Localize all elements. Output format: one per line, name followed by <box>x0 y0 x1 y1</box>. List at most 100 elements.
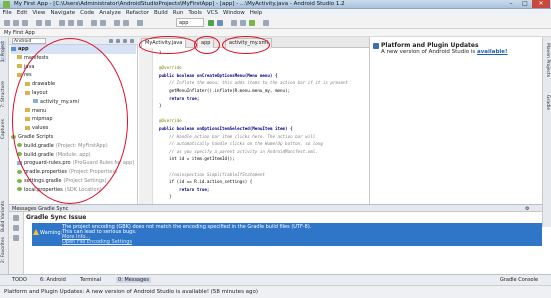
tool-build-variants[interactable]: Build Variants <box>1 201 6 232</box>
updates-panel: Platform and Plugin Updates A new versio… <box>369 37 542 204</box>
warning-icon <box>33 229 39 235</box>
code-line: if (id == R.id.action_settings) { <box>159 179 253 185</box>
sync-scroll-icon[interactable] <box>109 39 113 43</box>
copy-icon[interactable] <box>68 20 74 26</box>
tool-project[interactable]: 1: Project <box>1 41 6 63</box>
menu-vcs[interactable]: VCS <box>204 9 220 17</box>
forward-icon[interactable] <box>123 20 129 26</box>
tool-messages[interactable]: 0: Messages <box>116 277 151 283</box>
warning-label: Warning: <box>40 230 63 236</box>
encoding-settings-link[interactable]: Open File Encoding Settings <box>62 239 132 245</box>
replace-icon[interactable] <box>100 20 106 26</box>
tool-favorites[interactable]: 2: Favorites <box>1 237 6 263</box>
menu-analyze[interactable]: Analyze <box>97 9 124 17</box>
info-icon <box>373 43 379 49</box>
android-studio-icon <box>3 1 10 8</box>
menu-code[interactable]: Code <box>78 9 97 17</box>
code-line: // Handle action bar item clicks here. T… <box>159 133 316 139</box>
window-title: My First App - [C:\Users\Administrator\A… <box>14 1 345 7</box>
tool-terminal[interactable]: Terminal <box>80 277 101 283</box>
rerun-icon[interactable] <box>13 215 19 221</box>
menu-bar: File Edit View Navigate Code Analyze Refactor B… <box>0 9 551 17</box>
save-icon[interactable] <box>13 20 19 26</box>
code-line: @Override <box>159 118 182 124</box>
code-line: //noinspection SimplifiableIfStatement <box>159 171 265 177</box>
run-config-select[interactable]: app <box>176 18 204 27</box>
code-line: // as you specify a parent activity in A… <box>159 148 318 154</box>
tool-gradle[interactable]: Gradle <box>545 95 550 110</box>
code-line: // automatically handle clicks on the Ho… <box>159 141 323 147</box>
menu-help[interactable]: Help <box>247 9 265 17</box>
filter-icon[interactable] <box>13 235 19 241</box>
menu-view[interactable]: View <box>30 9 48 17</box>
tool-maven-projects[interactable]: Maven Projects <box>545 43 550 77</box>
folder-icon <box>17 55 22 60</box>
title-bar: My First App - [C:\Users\Administrator\A… <box>0 0 551 9</box>
right-tool-strip: Maven Projects Gradle <box>542 37 551 227</box>
menu-window[interactable]: Window <box>221 9 248 17</box>
gradle-icon <box>17 178 22 183</box>
main-toolbar: app <box>0 17 551 29</box>
sync-issue-title: Gradle Sync Issue <box>26 214 87 221</box>
code-line: getMenuInflater().inflate(R.menu.menu_my… <box>159 88 291 93</box>
tool-android[interactable]: 6: Android <box>40 277 66 283</box>
tool-captures[interactable]: Captures <box>1 119 6 139</box>
find-icon[interactable] <box>91 20 97 26</box>
run-icon[interactable] <box>208 20 214 26</box>
code-line: } <box>159 194 172 200</box>
updates-title: Platform and Plugin Updates <box>381 42 479 49</box>
close-button[interactable]: ✕ <box>532 0 550 8</box>
back-icon[interactable] <box>114 20 120 26</box>
code-editor[interactable]: } @Override public boolean onCreateOptions… <box>153 48 369 204</box>
sync-icon[interactable] <box>22 20 28 26</box>
annotation-oval-tab-app <box>194 36 220 54</box>
warning-message[interactable]: Warning: The project encoding (GBK) does… <box>32 223 542 246</box>
status-bar: Platform and Plugin Updates: A new versi… <box>0 285 551 298</box>
code-line: return true; <box>159 186 210 192</box>
menu-refactor[interactable]: Refactor <box>123 9 151 17</box>
folder-icon <box>17 64 22 69</box>
stop-icon[interactable] <box>13 225 19 231</box>
paste-icon[interactable] <box>77 20 83 26</box>
annotation-oval-project <box>12 38 128 204</box>
messages-body: Gradle Sync Issue Warning: The project e… <box>24 212 542 274</box>
updates-link[interactable]: available! <box>477 49 508 55</box>
breadcrumb-project[interactable]: My First App <box>4 30 35 36</box>
code-line: } <box>159 103 162 109</box>
cut-icon[interactable] <box>59 20 65 26</box>
messages-toolbar <box>9 212 24 274</box>
debug-icon[interactable] <box>217 20 223 26</box>
minimize-button[interactable]: – <box>504 0 518 8</box>
updates-message: A new version of Android Studio is avail… <box>381 49 508 55</box>
tool-todo[interactable]: TODO <box>12 277 27 283</box>
tool-gradle-console[interactable]: Gradle Console <box>500 277 538 283</box>
menu-run[interactable]: Run <box>170 9 186 17</box>
maximize-button[interactable]: □ <box>518 0 532 8</box>
undo-icon[interactable] <box>36 20 42 26</box>
hide-icon[interactable] <box>130 39 134 43</box>
menu-edit[interactable]: Edit <box>14 9 30 17</box>
avd-manager-icon[interactable] <box>240 20 246 26</box>
tree-item-label: app <box>18 46 29 52</box>
make-icon[interactable] <box>137 20 143 26</box>
menu-tools[interactable]: Tools <box>186 9 205 17</box>
menu-navigate[interactable]: Navigate <box>48 9 78 17</box>
code-line: @Override <box>159 65 182 71</box>
code-line: // Inflate the menu; this adds items to … <box>159 80 349 86</box>
open-icon[interactable] <box>4 20 10 26</box>
help-icon[interactable] <box>263 20 269 26</box>
gradle-icon <box>17 169 22 174</box>
sdk-manager-icon[interactable] <box>231 20 237 26</box>
messages-header: Messages Gradle Sync ⚙ <box>9 204 542 212</box>
collapse-icon[interactable] <box>116 39 120 43</box>
gear-icon[interactable] <box>123 39 127 43</box>
project-view-select[interactable]: Android <box>12 38 46 44</box>
redo-icon[interactable] <box>45 20 51 26</box>
menu-file[interactable]: File <box>0 9 14 17</box>
code-line: return true; <box>159 95 200 101</box>
menu-build[interactable]: Build <box>151 9 170 17</box>
android-device-monitor-icon[interactable] <box>249 20 255 26</box>
status-text: Platform and Plugin Updates: A new versi… <box>4 289 259 295</box>
left-tool-strip: 1: Project 7: Structure Captures Build V… <box>0 37 9 274</box>
tool-structure[interactable]: 7: Structure <box>1 81 6 108</box>
